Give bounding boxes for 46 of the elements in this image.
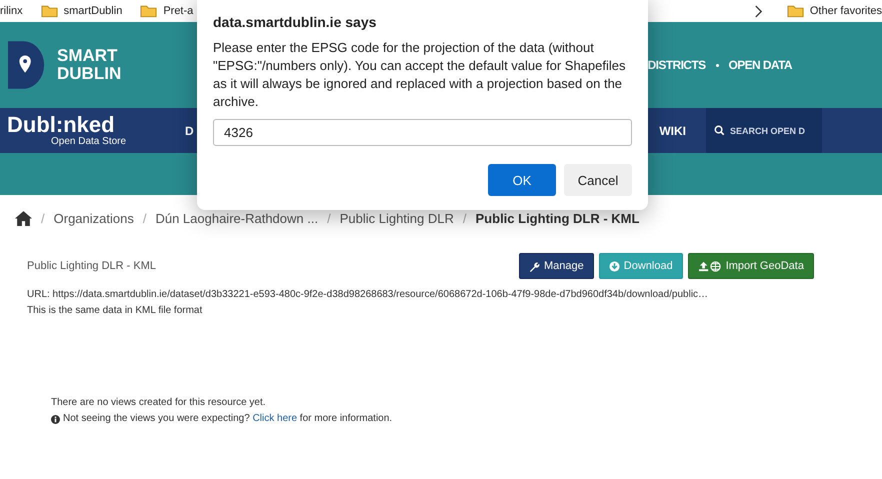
breadcrumb-separator: / bbox=[327, 210, 331, 226]
folder-icon bbox=[786, 4, 804, 18]
no-views-message: There are no views created for this resource yet. bbox=[51, 396, 267, 410]
logo-text: SMART bbox=[57, 47, 118, 65]
logo-subtitle: Open Data Store bbox=[51, 136, 128, 147]
bookmark-link[interactable]: rilinx bbox=[0, 5, 23, 17]
search-field[interactable]: SEARCH OPEN D bbox=[706, 108, 822, 153]
home-icon[interactable] bbox=[15, 210, 32, 226]
input-field[interactable]: 4326 bbox=[213, 119, 632, 146]
breadcrumb-link[interactable]: Organizations bbox=[54, 210, 134, 226]
logo-text: DUBLIN bbox=[57, 65, 122, 83]
info-message: Not seeing the views you were expecting? Click here for more information. bbox=[63, 412, 392, 426]
url-text: URL: https://data.smartdublin.ie/dataset/d3b33221-e593-480c-9f2e-d38d98268683/resource/6068672d-106b-47f9-98de-d7bd960df34b/download/public… bbox=[27, 288, 710, 302]
folder-icon bbox=[40, 4, 58, 18]
breadcrumb-link[interactable]: Dún Laoghaire-Rathdown ... bbox=[155, 210, 318, 226]
logo-text[interactable]: Dubl:nked bbox=[7, 114, 185, 136]
nav-link[interactable]: DISTRICTS bbox=[648, 58, 706, 72]
search-icon bbox=[714, 125, 725, 136]
breadcrumb-link[interactable]: Public Lighting DLR bbox=[340, 210, 454, 226]
breadcrumb-link[interactable]: Public Lighting DLR - KML bbox=[476, 210, 640, 226]
nav-link[interactable]: D bbox=[185, 124, 194, 138]
breadcrumb-separator: / bbox=[142, 210, 146, 226]
nav-link[interactable]: OPEN DATA bbox=[728, 58, 792, 72]
separator-dot bbox=[716, 64, 718, 66]
breadcrumb-separator: / bbox=[462, 210, 467, 226]
folder-icon bbox=[140, 4, 158, 18]
chevron-icon[interactable] bbox=[754, 4, 763, 18]
action-button[interactable]: Manage bbox=[519, 253, 594, 279]
info-icon bbox=[51, 414, 60, 424]
upload-globe-icon bbox=[698, 260, 722, 272]
download-icon bbox=[608, 260, 620, 272]
dialog-title: data.smartdublin.ie says bbox=[213, 14, 378, 30]
help-link[interactable]: Click here bbox=[252, 413, 298, 424]
wrench-icon bbox=[529, 260, 540, 272]
bookmark-link[interactable]: Other favorites bbox=[810, 5, 882, 17]
action-button[interactable]: Import GeoData bbox=[688, 253, 814, 279]
dialog-button[interactable]: Cancel bbox=[564, 164, 632, 196]
resource-title: Public Lighting DLR - KML bbox=[27, 260, 158, 272]
breadcrumb-separator: / bbox=[41, 210, 45, 226]
bookmark-link[interactable]: Pret-a bbox=[163, 5, 194, 17]
description-text: This is the same data in KML file format bbox=[27, 304, 204, 318]
dialog-button[interactable]: OK bbox=[488, 164, 556, 196]
dialog-message: Please enter the EPSG code for the projection of the data (without "EPSG:"/numbers only). You can accept the default value for Shapefiles as it will always be ignored and replaced with a projection based on the archive. bbox=[213, 39, 626, 111]
logo-icon[interactable] bbox=[8, 40, 46, 90]
nav-link[interactable]: WIKI bbox=[659, 124, 686, 138]
bookmark-link[interactable]: smartDublin bbox=[64, 5, 122, 17]
